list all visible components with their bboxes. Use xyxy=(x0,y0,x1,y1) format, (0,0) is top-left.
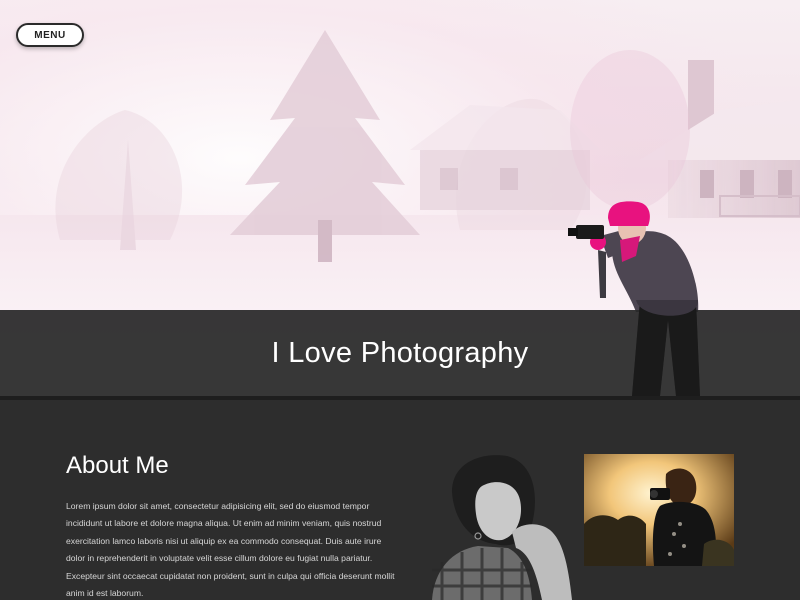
menu-button[interactable]: MENU xyxy=(16,23,84,47)
portrait-image xyxy=(412,452,584,600)
about-paragraph: Lorem ipsum dolor sit amet, consectetur … xyxy=(66,501,395,599)
section-divider xyxy=(0,396,800,400)
hero-title-band: I Love Photography xyxy=(0,310,800,396)
photographer-photo xyxy=(584,454,734,566)
page: MENU I Love Photography About Me Lorem i… xyxy=(0,0,800,600)
about-heading: About Me xyxy=(66,452,169,479)
about-section: About Me Lorem ipsum dolor sit amet, con… xyxy=(0,400,800,600)
hero-title: I Love Photography xyxy=(271,336,529,369)
